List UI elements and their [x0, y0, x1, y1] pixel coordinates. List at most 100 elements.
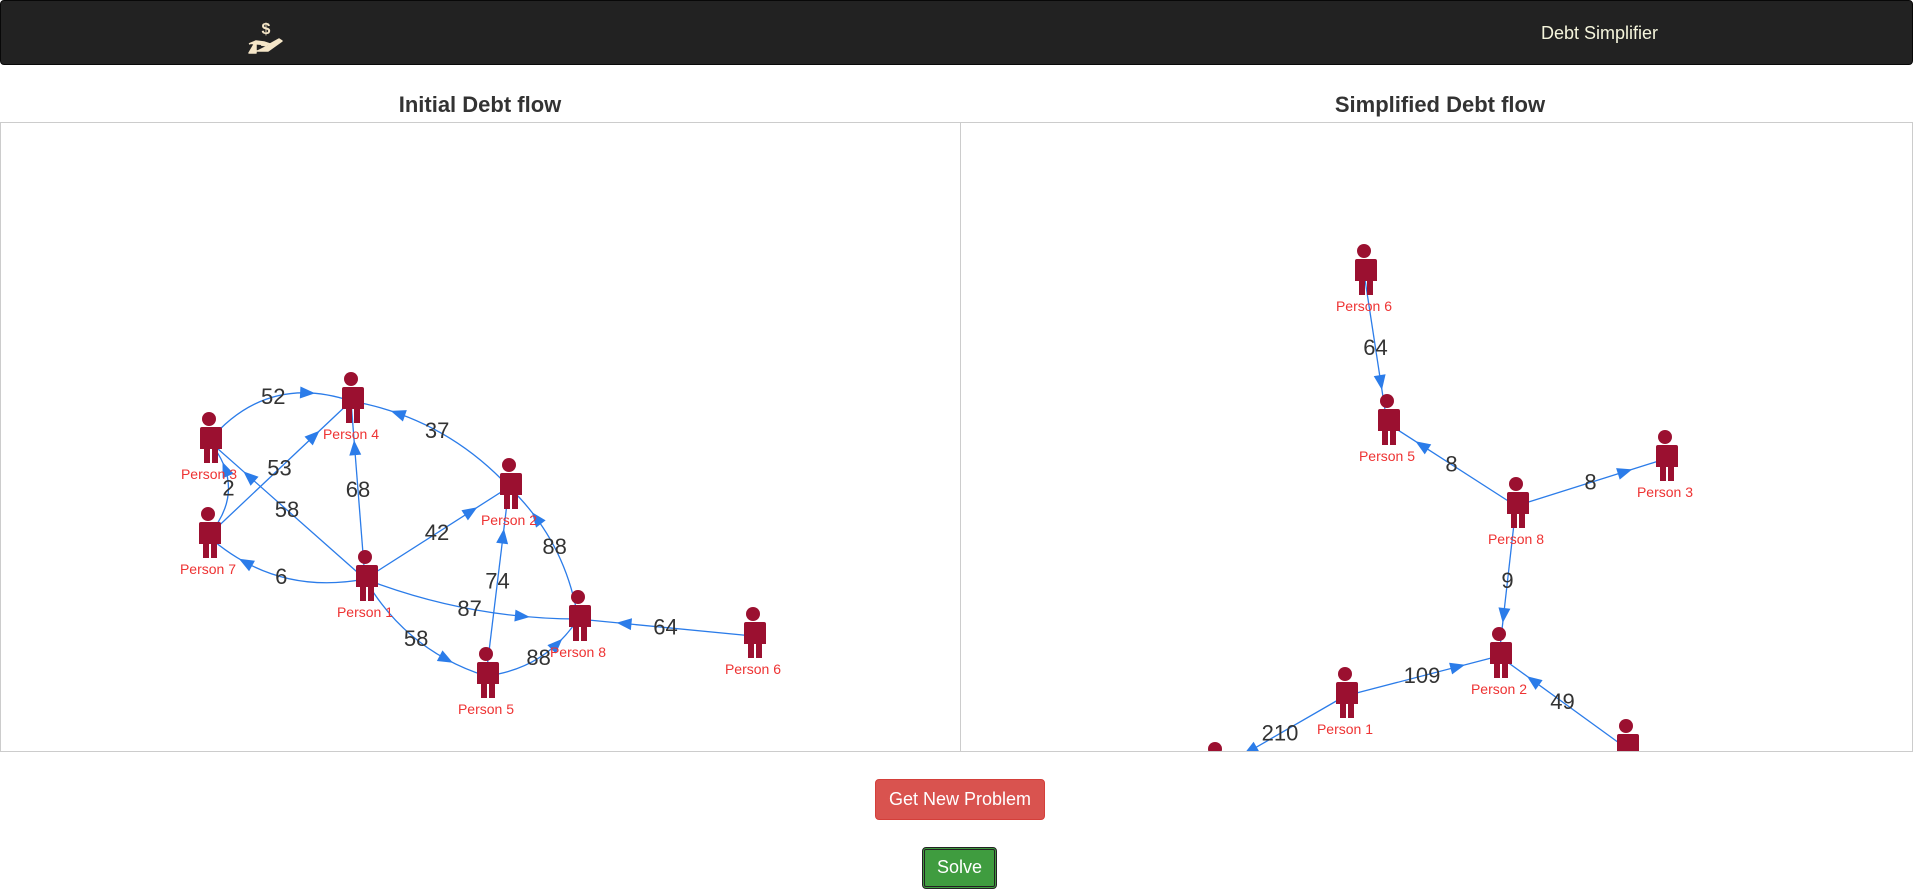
person-label: Person 6	[725, 661, 781, 677]
person-node[interactable]: Person 6	[725, 607, 781, 677]
edge-arrowhead	[1449, 662, 1466, 675]
person-icon	[358, 550, 372, 564]
person-icon	[202, 412, 216, 426]
person-icon	[344, 372, 358, 386]
person-icon-body	[340, 387, 364, 423]
debt-amount-label: 53	[267, 456, 291, 481]
person-label: Person 2	[481, 512, 537, 528]
person-node[interactable]: Person 8	[1488, 477, 1544, 547]
person-icon-body	[354, 565, 378, 601]
debt-amount-label: 37	[425, 418, 449, 443]
debt-amount-label: 109	[1404, 663, 1441, 688]
debt-amount-label: 52	[261, 384, 285, 409]
edge-arrowhead	[1415, 441, 1432, 455]
person-label: Person 3	[181, 466, 237, 482]
simplified-graph-title: Simplified Debt flow	[1334, 92, 1546, 117]
person-node[interactable]: Person 5	[458, 647, 514, 717]
edge-arrowhead	[1616, 468, 1633, 480]
person-icon	[1509, 477, 1523, 491]
edge-arrowhead	[616, 618, 633, 631]
debt-amount-label: 64	[653, 615, 677, 640]
edge-arrowhead	[299, 386, 316, 399]
simplified-graph-panel[interactable]: 64 8 8 9 109 210 49 Person 1 Person 2 Person 3 Per…	[960, 122, 1913, 752]
debt-edge[interactable]	[350, 400, 510, 488]
person-label: Person 1	[337, 604, 393, 620]
person-icon	[1208, 742, 1222, 751]
debt-amount-label: 88	[526, 645, 550, 670]
person-icon	[502, 458, 516, 472]
edge-arrowhead	[436, 650, 453, 663]
initial-graph-panel[interactable]: 52 53 37 2 58 68 42 6 87 58 74 88 88 64 Person 1 Person…	[0, 122, 961, 752]
person-icon-body	[1376, 409, 1400, 445]
person-icon	[1338, 667, 1352, 681]
debt-amount-label: 8	[1445, 452, 1457, 477]
debt-amount-label: 9	[1501, 568, 1513, 593]
person-node[interactable]: Person 8	[550, 590, 606, 660]
edge-arrowhead	[514, 609, 530, 622]
person-icon	[1492, 627, 1506, 641]
debt-amount-label: 49	[1550, 689, 1574, 714]
debt-amount-label: 88	[542, 534, 566, 559]
person-label: Person 7	[180, 561, 236, 577]
hand-dollar-icon[interactable]: $	[246, 17, 286, 57]
edge-arrowhead	[1526, 676, 1543, 690]
person-node[interactable]: Person 2	[1471, 627, 1527, 697]
person-node[interactable]: Person 1	[1317, 667, 1373, 737]
person-node[interactable]: Person 4	[1187, 742, 1243, 751]
debt-amount-label: 58	[404, 626, 428, 651]
person-node[interactable]: Person 5	[1359, 394, 1415, 464]
debt-amount-label: 42	[425, 520, 449, 545]
debt-amount-label: 74	[485, 569, 509, 594]
initial-graph-title: Initial Debt flow	[398, 92, 562, 117]
person-icon-body	[1505, 492, 1529, 528]
debt-amount-label: 68	[346, 477, 370, 502]
navbar-brand[interactable]: Debt Simplifier	[1541, 23, 1658, 44]
get-new-problem-button[interactable]: Get New Problem	[875, 779, 1045, 820]
person-label: Person 5	[458, 701, 514, 717]
person-node[interactable]: Person 1	[337, 550, 393, 620]
edge-arrowhead	[461, 507, 478, 521]
person-node[interactable]: Person 7	[1598, 719, 1654, 751]
person-label: Person 5	[1359, 448, 1415, 464]
person-icon	[571, 590, 585, 604]
person-label: Person 4	[323, 426, 379, 442]
edge-arrowhead	[1373, 374, 1386, 390]
person-icon-body	[1615, 734, 1639, 751]
edge-arrowhead	[496, 528, 509, 545]
person-icon-body	[1334, 682, 1358, 718]
edge-arrowhead	[390, 410, 407, 422]
person-label: Person 6	[1336, 298, 1392, 314]
edge-arrowhead	[1498, 607, 1511, 623]
simplified-graph-canvas[interactable]: 64 8 8 9 109 210 49 Person 1 Person 2 Person 3 Per…	[961, 123, 1912, 751]
person-icon	[1619, 719, 1633, 733]
solve-button[interactable]: Solve	[922, 847, 997, 889]
person-icon-body	[1654, 445, 1678, 481]
person-icon	[201, 507, 215, 521]
debt-amount-label: 64	[1363, 335, 1387, 360]
person-icon-body	[475, 662, 499, 698]
svg-text:$: $	[262, 21, 271, 38]
person-label: Person 8	[550, 644, 606, 660]
debt-amount-label: 58	[275, 497, 299, 522]
person-node[interactable]: Person 3	[181, 412, 237, 482]
person-icon-body	[197, 522, 221, 558]
person-icon	[479, 647, 493, 661]
edge-arrowhead	[238, 558, 255, 572]
person-icon-body	[567, 605, 591, 641]
person-icon-body	[198, 427, 222, 463]
person-node[interactable]: Person 6	[1336, 244, 1392, 314]
person-icon-body	[742, 622, 766, 658]
person-icon-body	[498, 473, 522, 509]
person-icon	[746, 607, 760, 621]
navbar: $ Debt Simplifier	[0, 0, 1913, 65]
person-icon-body	[1353, 259, 1377, 295]
edge-arrowhead	[349, 440, 362, 456]
debt-amount-label: 8	[1584, 470, 1596, 495]
initial-graph-canvas[interactable]: 52533725868426875874888864Person 1Person…	[1, 123, 960, 751]
person-icon	[1357, 244, 1371, 258]
debt-amount-label: 6	[275, 564, 287, 589]
person-node[interactable]: Person 4	[323, 372, 379, 442]
person-icon	[1658, 430, 1672, 444]
person-label: Person 3	[1637, 484, 1693, 500]
person-label: Person 2	[1471, 681, 1527, 697]
